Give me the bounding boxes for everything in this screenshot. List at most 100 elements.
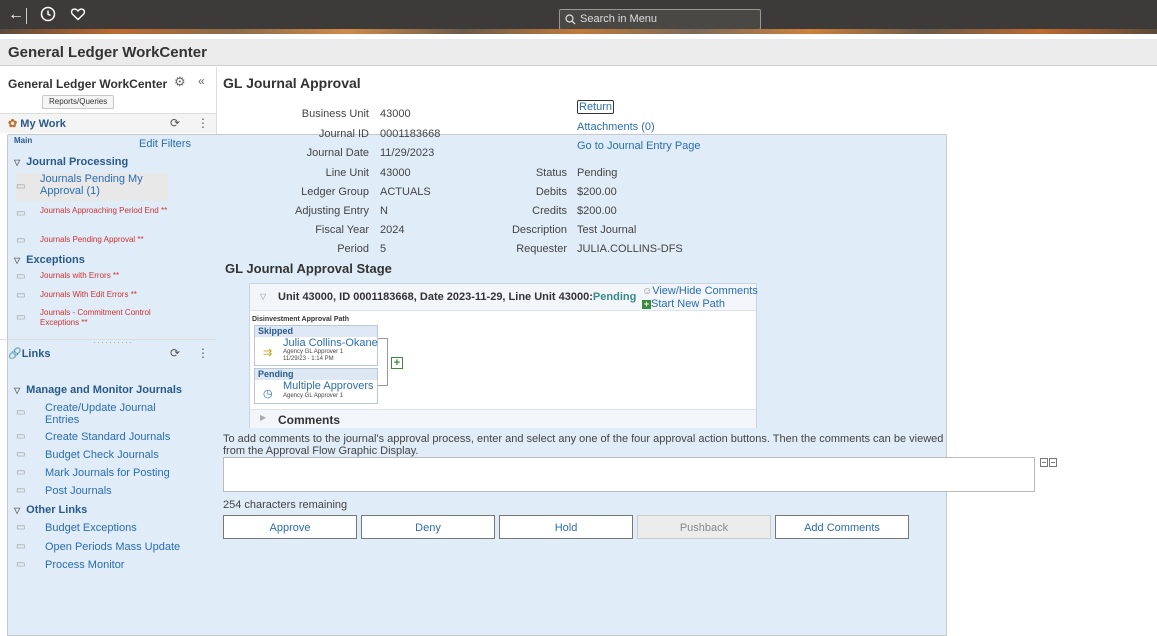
field-label: Status — [535, 167, 567, 179]
field-label: Business Unit — [301, 108, 369, 120]
journal-date-value: 11/29/2023 — [380, 147, 435, 159]
comment-instructions: To add comments to the journal's approva… — [223, 433, 944, 457]
comment-icon: ☺ — [642, 286, 653, 297]
approval-flow-box: ▽ Unit 43000, ID 0001183668, Date 2023-1… — [249, 283, 758, 428]
collapse-arrow-icon: ▽ — [14, 256, 21, 265]
collapse-arrow-icon[interactable]: ▽ — [260, 292, 266, 301]
group-exceptions[interactable]: ▽ Exceptions — [14, 254, 85, 266]
document-icon: ▭ — [16, 290, 26, 301]
menu-search-input[interactable]: Search in Menu — [559, 9, 761, 30]
expand-arrow-icon[interactable]: ▶ — [260, 413, 266, 422]
back-arrow-icon[interactable]: ← — [8, 6, 24, 24]
requester-value: JULIA.COLLINS-DFS — [577, 243, 683, 255]
approval-timestamp: 11/29/23 - 1:14 PM — [283, 356, 334, 362]
approve-button[interactable]: Approve — [223, 515, 357, 539]
refresh-icon[interactable]: ⟳ — [170, 346, 180, 360]
refresh-icon[interactable]: ⟳ — [170, 116, 180, 130]
document-icon: ▭ — [16, 449, 26, 460]
search-icon — [565, 10, 576, 31]
collapse-arrow-icon: ▽ — [14, 506, 21, 515]
insert-approver-button[interactable]: + — [391, 357, 403, 369]
gear-icon[interactable]: ⚙ — [174, 74, 186, 90]
comments-label: Comments — [278, 413, 341, 427]
business-unit-value: 43000 — [380, 108, 411, 120]
ledger-group-value: ACTUALS — [380, 186, 431, 198]
divider — [0, 339, 216, 340]
document-icon: ▭ — [16, 522, 26, 533]
path-connector — [378, 338, 388, 386]
collapse-arrow-icon: ▽ — [14, 158, 21, 167]
sidebar-item-journals-pending-my-approval[interactable]: ▭ Journals Pending My Approval (1) — [16, 173, 168, 201]
approval-stage-summary: Unit 43000, ID 0001183668, Date 2023-11-… — [278, 291, 637, 303]
go-to-journal-entry-link[interactable]: Go to Journal Entry Page — [577, 140, 701, 152]
deny-button[interactable]: Deny — [361, 515, 495, 539]
approver-name-link[interactable]: Julia Collins-Okane — [283, 337, 378, 349]
comments-section-header[interactable]: ▶ Comments — [250, 409, 756, 428]
debits-value: $200.00 — [577, 186, 617, 198]
collapse-sidebar-icon[interactable]: « — [198, 74, 205, 88]
search-placeholder: Search in Menu — [580, 13, 658, 25]
document-icon: ▭ — [16, 541, 26, 552]
field-label: Adjusting Entry — [295, 205, 369, 217]
decorative-band — [0, 29, 1157, 34]
approval-path-label: Disinvestment Approval Path — [252, 316, 349, 323]
approval-step-skipped: Skipped ⇉ Julia Collins-Okane Agency GL … — [254, 325, 378, 366]
document-icon: ▭ — [16, 181, 26, 192]
group-journal-processing[interactable]: ▽ Journal Processing — [14, 156, 128, 168]
approval-status: Pending — [592, 291, 637, 303]
document-icon: ▭ — [16, 312, 26, 323]
hold-button[interactable]: Hold — [499, 515, 633, 539]
field-label: Line Unit — [325, 167, 369, 179]
field-label: Requester — [516, 243, 567, 255]
clock-icon[interactable] — [40, 6, 56, 27]
return-link[interactable]: Return — [577, 100, 615, 114]
edit-filters-link[interactable]: Edit Filters — [139, 138, 191, 150]
approval-header-actions: ☺View/Hide Comments + Start New Path — [642, 285, 758, 310]
tab-reports-queries[interactable]: Reports/Queries — [42, 95, 115, 109]
heart-icon[interactable] — [70, 6, 86, 27]
my-work-header[interactable]: ✿ My Work ⟳ ⋮ — [0, 113, 216, 133]
approver-name-link[interactable]: Multiple Approvers — [283, 380, 374, 392]
step-status: Skipped — [255, 326, 377, 337]
step-status: Pending — [255, 369, 377, 380]
start-new-path-link[interactable]: + Start New Path — [642, 298, 758, 310]
credits-value: $200.00 — [577, 205, 617, 217]
status-value: Pending — [577, 167, 618, 179]
field-label: Fiscal Year — [315, 224, 369, 236]
fiscal-year-value: 2024 — [380, 224, 405, 236]
document-icon: ▭ — [16, 235, 26, 246]
add-comments-button[interactable]: Add Comments — [775, 515, 909, 539]
link-icon: 🔗 — [8, 348, 22, 360]
adjusting-entry-value: N — [380, 205, 388, 217]
field-label: Debits — [535, 186, 567, 198]
group-other-links[interactable]: ▽ Other Links — [14, 504, 87, 516]
sidebar-title: General Ledger WorkCenter — [8, 77, 168, 91]
view-hide-comments-link[interactable]: ☺View/Hide Comments — [642, 285, 758, 298]
field-label: Period — [337, 243, 369, 255]
attachments-link[interactable]: Attachments (0) — [577, 121, 655, 133]
field-label: Journal ID — [318, 128, 369, 140]
document-icon: ▭ — [16, 208, 26, 219]
user-skip-icon: ⇉ — [263, 347, 273, 359]
comment-textarea[interactable] — [223, 457, 1035, 492]
page-header: General Ledger WorkCenter — [0, 39, 1157, 66]
group-manage-and-monitor-journals[interactable]: ▽ Manage and Monitor Journals — [14, 384, 182, 396]
approver-role: Agency GL Approver 1 — [283, 349, 344, 355]
characters-remaining: 254 characters remaining — [223, 499, 348, 511]
approver-role: Agency GL Approver 1 — [283, 393, 344, 399]
more-options-icon[interactable]: ⋮ — [197, 116, 209, 130]
field-label: Description — [511, 224, 567, 236]
line-unit-value: 43000 — [380, 167, 411, 179]
more-options-icon[interactable]: ⋮ — [197, 346, 209, 360]
spell-check-icon[interactable] — [1040, 457, 1058, 472]
document-icon: ▭ — [16, 271, 26, 282]
links-header[interactable]: 🔗Links ⟳ ⋮ — [0, 344, 216, 364]
links-label: 🔗Links — [8, 348, 51, 360]
main-content: GL Journal Approval Business Unit 43000 … — [217, 67, 1157, 569]
approval-stage-header[interactable]: ▽ Unit 43000, ID 0001183668, Date 2023-1… — [250, 284, 758, 311]
plus-icon: + — [642, 299, 651, 309]
period-value: 5 — [380, 243, 387, 255]
journal-id-value: 0001183668 — [380, 128, 441, 140]
collapse-arrow-icon: ▽ — [14, 386, 21, 395]
document-icon: ▭ — [16, 467, 26, 478]
